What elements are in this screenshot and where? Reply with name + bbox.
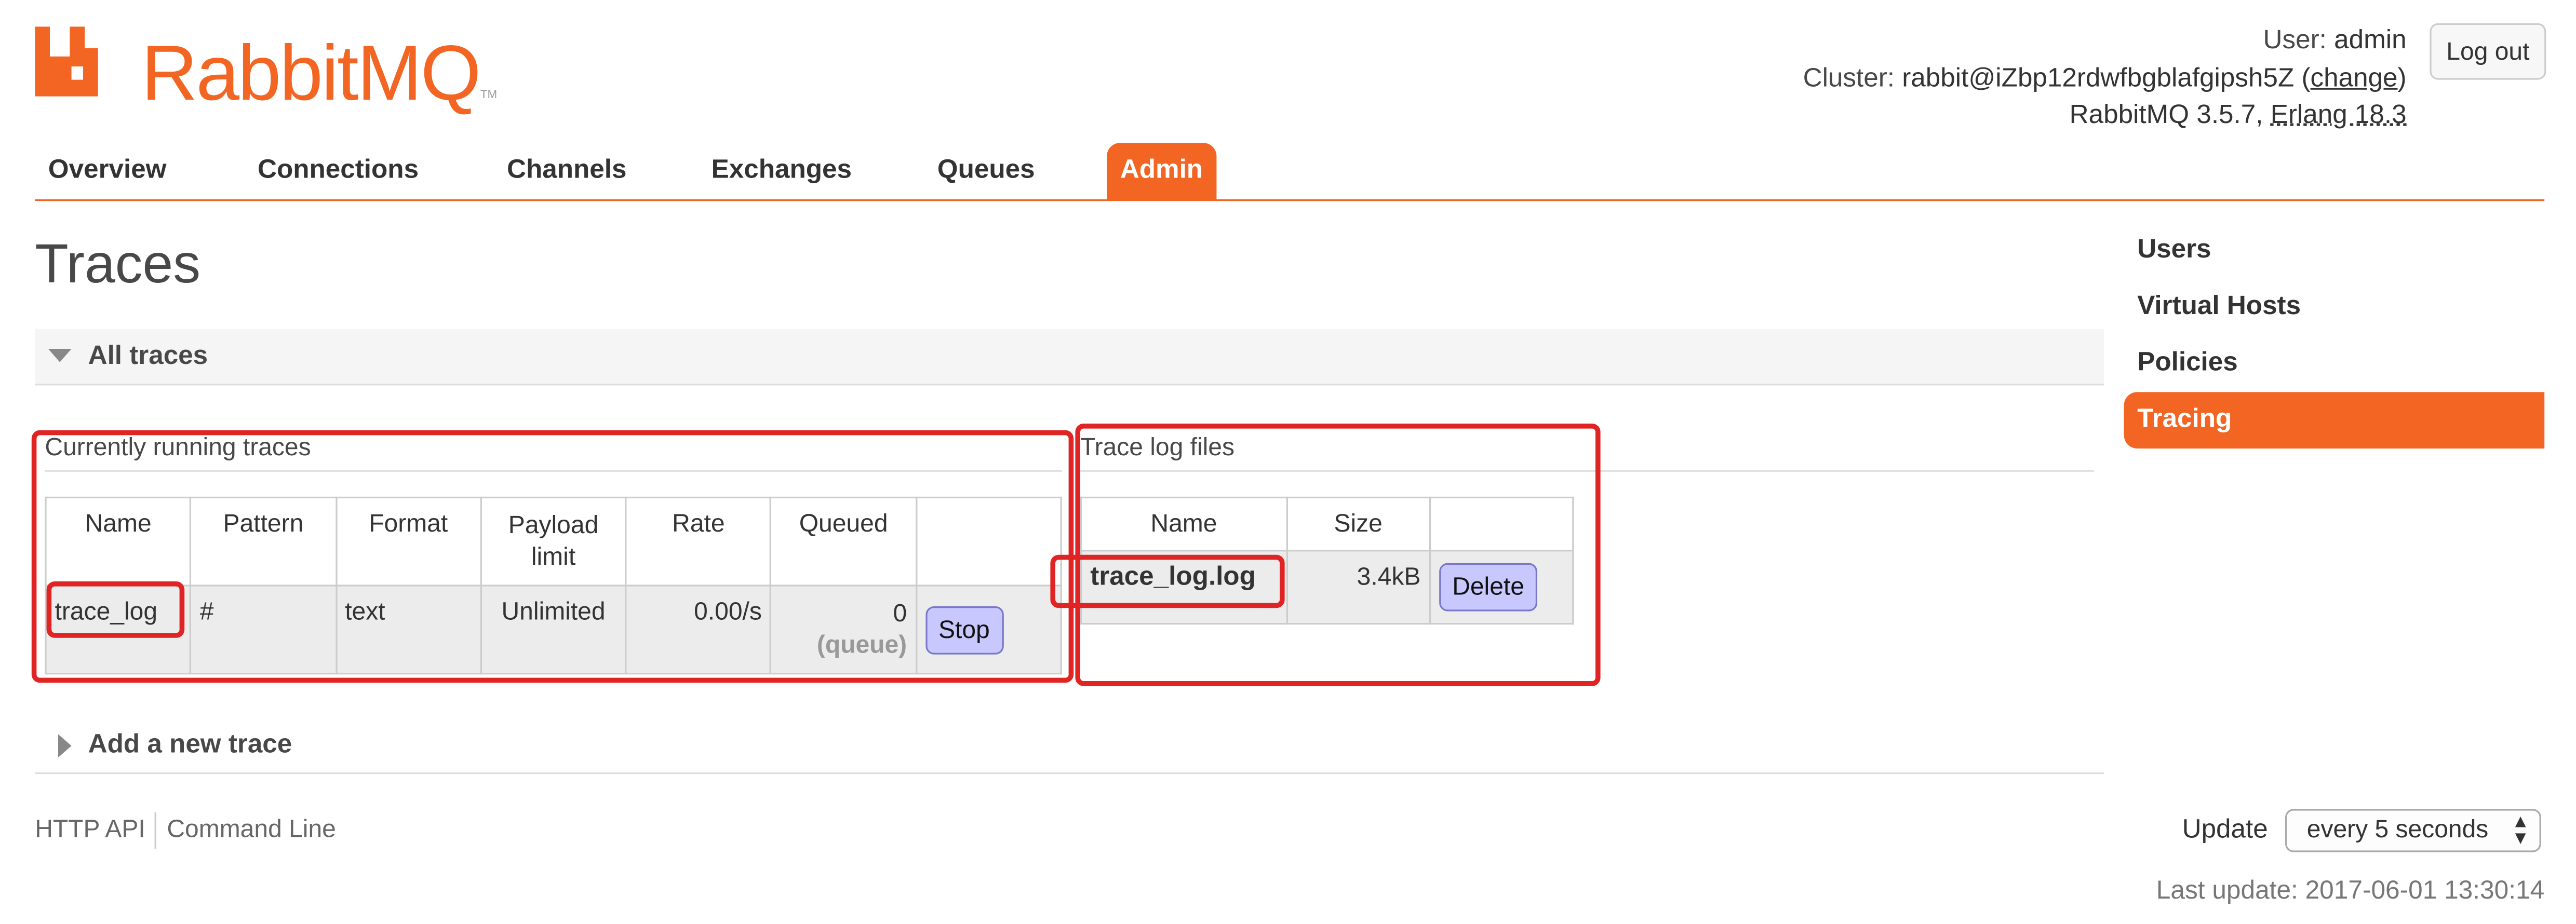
log-file-highlight bbox=[1050, 554, 1285, 608]
cluster-change-link[interactable]: change bbox=[2311, 64, 2398, 92]
update-interval-select[interactable]: every 5 seconds ▲ ▼ bbox=[2285, 809, 2541, 852]
update-control: Update every 5 seconds ▲ ▼ bbox=[2182, 809, 2541, 852]
user-name: admin bbox=[2334, 26, 2407, 55]
all-traces-heading: All traces bbox=[88, 342, 208, 371]
footer-links: HTTP API Command Line bbox=[35, 812, 336, 849]
add-trace-heading: Add a new trace bbox=[88, 731, 292, 759]
expand-triangle-icon bbox=[58, 734, 72, 758]
main-tabs: Overview Connections Channels Exchanges … bbox=[35, 143, 2545, 201]
user-line: User: admin bbox=[1803, 23, 2407, 61]
tab-queues[interactable]: Queues bbox=[937, 143, 1035, 199]
last-update-text: Last update: 2017-06-01 13:30:14 bbox=[2156, 877, 2545, 905]
command-line-link[interactable]: Command Line bbox=[167, 816, 336, 844]
tab-overview[interactable]: Overview bbox=[48, 143, 167, 199]
admin-menu-policies[interactable]: Policies bbox=[2124, 335, 2545, 392]
user-label: User: bbox=[2263, 26, 2327, 55]
logo-trademark: TM bbox=[480, 89, 498, 102]
tab-admin[interactable]: Admin bbox=[1107, 143, 1216, 199]
tab-exchanges[interactable]: Exchanges bbox=[712, 143, 852, 199]
cluster-label: Cluster: bbox=[1803, 64, 1895, 92]
add-trace-section-toggle[interactable]: Add a new trace bbox=[35, 717, 2104, 774]
tab-channels[interactable]: Channels bbox=[507, 143, 626, 199]
select-arrows-icon: ▲ ▼ bbox=[2511, 812, 2530, 849]
page-title: Traces bbox=[35, 233, 201, 294]
http-api-link[interactable]: HTTP API bbox=[35, 816, 145, 844]
admin-menu-virtual-hosts[interactable]: Virtual Hosts bbox=[2124, 279, 2545, 336]
update-interval-value: every 5 seconds bbox=[2306, 816, 2489, 844]
erlang-version: Erlang 18.3 bbox=[2270, 101, 2407, 130]
logout-button[interactable]: Log out bbox=[2430, 23, 2546, 80]
cluster-line: Cluster: rabbit@iZbp12rdwfbgblafgipsh5Z … bbox=[1803, 64, 2407, 92]
version-line: RabbitMQ 3.5.7, Erlang 18.3 bbox=[1803, 98, 2407, 135]
rabbitmq-version: RabbitMQ 3.5.7, bbox=[2069, 101, 2263, 130]
all-traces-section-toggle[interactable]: All traces bbox=[35, 329, 2104, 386]
login-info: User: admin Cluster: rabbit@iZbp12rdwfbg… bbox=[1803, 23, 2407, 135]
running-traces-highlight bbox=[31, 430, 1074, 683]
admin-menu-tracing[interactable]: Tracing bbox=[2124, 392, 2545, 449]
admin-menu-users[interactable]: Users bbox=[2124, 223, 2545, 279]
trace-name-highlight bbox=[46, 581, 185, 638]
rabbit-logo-icon bbox=[35, 26, 98, 97]
logo-text: RabbitMQ bbox=[141, 28, 481, 117]
rabbitmq-logo[interactable]: RabbitMQ TM bbox=[35, 23, 497, 112]
collapse-triangle-icon bbox=[48, 349, 72, 362]
footer-separator bbox=[155, 812, 157, 849]
cluster-name: rabbit@iZbp12rdwfbgblafgipsh5Z bbox=[1902, 64, 2295, 92]
update-label: Update bbox=[2182, 816, 2268, 845]
tab-connections[interactable]: Connections bbox=[258, 143, 419, 199]
